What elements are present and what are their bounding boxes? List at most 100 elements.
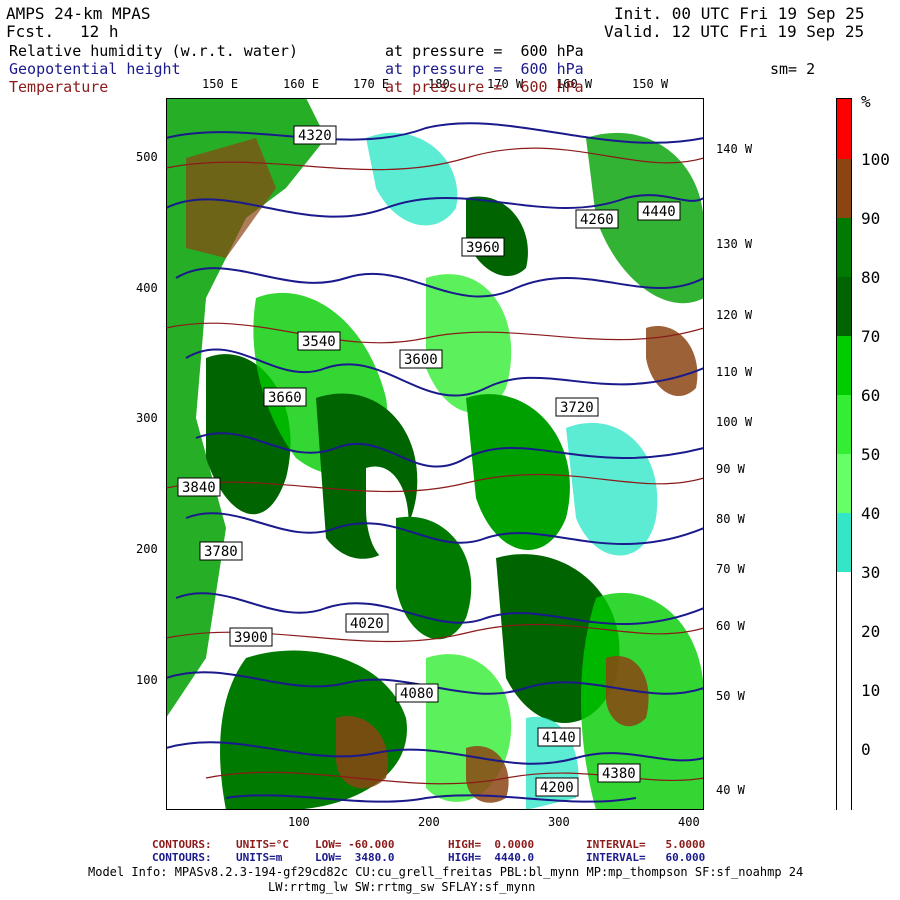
lon-label-top: 150 E xyxy=(202,77,239,91)
svg-text:3720: 3720 xyxy=(560,400,594,416)
contour-info-height-units: UNITS=m xyxy=(236,851,283,864)
contour-label: 3720 xyxy=(555,397,599,417)
colorbar-unit: % xyxy=(861,92,871,111)
smoothing-label: sm= 2 xyxy=(770,60,816,78)
model-info-line2: LW:rrtmg_lw SW:rrtmg_sw SFLAY:sf_mynn xyxy=(268,880,536,894)
svg-text:4140: 4140 xyxy=(542,730,576,746)
svg-text:3540: 3540 xyxy=(302,334,336,350)
colorbar-label: 80 xyxy=(861,268,881,287)
y-axis-label: 500 xyxy=(136,150,158,164)
lon-label-right: 40 W xyxy=(716,783,745,797)
contour-label: 4440 xyxy=(637,201,681,221)
svg-text:3960: 3960 xyxy=(466,240,500,256)
colorbar-segment xyxy=(837,513,851,572)
contour-label: 3660 xyxy=(263,387,307,407)
contour-info-height-low: LOW= 3480.0 xyxy=(315,851,395,864)
svg-text:4380: 4380 xyxy=(602,766,636,782)
colorbar-segment xyxy=(837,218,851,277)
colorbar-label: 0 xyxy=(861,740,871,759)
contour-label: 3900 xyxy=(229,627,273,647)
x-axis-label: 300 xyxy=(548,815,570,829)
colorbar-segment xyxy=(837,99,851,159)
colorbar-label: 90 xyxy=(861,209,881,228)
lon-label-right: 140 W xyxy=(716,142,753,156)
lon-label-right: 100 W xyxy=(716,415,753,429)
colorbar xyxy=(836,98,852,811)
lon-label-right: 90 W xyxy=(716,462,745,476)
svg-text:3900: 3900 xyxy=(234,630,268,646)
colorbar-segment xyxy=(837,336,851,395)
y-axis-label: 100 xyxy=(136,673,158,687)
svg-text:4020: 4020 xyxy=(350,616,384,632)
svg-text:3600: 3600 xyxy=(404,352,438,368)
lon-label-right: 130 W xyxy=(716,237,753,251)
svg-text:3780: 3780 xyxy=(204,544,238,560)
contour-label: 4380 xyxy=(597,763,641,783)
x-axis-label: 400 xyxy=(678,815,700,829)
colorbar-segment xyxy=(837,277,851,336)
colorbar-segment xyxy=(837,159,851,218)
valid-time: Valid. 12 UTC Fri 19 Sep 25 xyxy=(604,22,865,41)
contour-info-temperature-low: LOW= -60.000 xyxy=(315,838,395,851)
contour-info-temperature-units: UNITS=°C xyxy=(236,838,289,851)
svg-text:3840: 3840 xyxy=(182,480,216,496)
lon-label-right: 110 W xyxy=(716,365,753,379)
model-title: AMPS 24-km MPAS xyxy=(6,4,151,23)
svg-text:4260: 4260 xyxy=(580,212,614,228)
contour-label: 3600 xyxy=(399,349,443,369)
colorbar-label: 10 xyxy=(861,681,881,700)
colorbar-segment xyxy=(837,572,851,811)
contour-label: 4080 xyxy=(395,683,439,703)
forecast-label: Fcst. xyxy=(6,22,55,41)
y-axis-label: 200 xyxy=(136,542,158,556)
contour-info-temperature-high: HIGH= 0.0000 xyxy=(448,838,535,851)
svg-text:3660: 3660 xyxy=(268,390,302,406)
contour-label: 3960 xyxy=(461,237,505,257)
svg-text:4440: 4440 xyxy=(642,204,676,220)
contour-info-temperature-interval: INTERVAL= 5.0000 xyxy=(586,838,706,851)
colorbar-label: 100 xyxy=(861,150,890,169)
colorbar-label: 70 xyxy=(861,327,881,346)
lon-label-top: 150 W xyxy=(632,77,669,91)
contour-label: 4020 xyxy=(345,613,389,633)
weather-map: 4320 4260 4200 4140 4080 4020 3960 3900 … xyxy=(166,98,704,810)
contour-info-height-high: HIGH= 4440.0 xyxy=(448,851,535,864)
contour-label: 4140 xyxy=(537,727,581,747)
field-name-temperature: Temperature xyxy=(9,78,109,96)
field-name-rh: Relative humidity (w.r.t. water) xyxy=(9,42,298,60)
contour-label: 3780 xyxy=(199,541,243,561)
lon-label-right: 80 W xyxy=(716,512,745,526)
x-axis-label: 200 xyxy=(418,815,440,829)
contour-info-height-interval: INTERVAL= 60.000 xyxy=(586,851,706,864)
field-level-temperature: at pressure = 600 hPa xyxy=(385,78,584,96)
init-time: Init. 00 UTC Fri 19 Sep 25 xyxy=(614,4,865,23)
lon-label-right: 60 W xyxy=(716,619,745,633)
forecast-hours: 12 h xyxy=(80,22,119,41)
lon-label-right: 120 W xyxy=(716,308,753,322)
colorbar-segment xyxy=(837,395,851,454)
contour-info-temperature-label: CONTOURS: xyxy=(152,838,212,851)
colorbar-label: 40 xyxy=(861,504,881,523)
contour-label: 4200 xyxy=(535,777,579,797)
colorbar-segment xyxy=(837,454,851,513)
field-level-rh: at pressure = 600 hPa xyxy=(385,42,584,60)
contour-info-height-label: CONTOURS: xyxy=(152,851,212,864)
contour-label-text: 4320 xyxy=(298,128,332,144)
x-axis-label: 100 xyxy=(288,815,310,829)
contour-label: 4260 xyxy=(575,209,619,229)
field-name-height: Geopotential height xyxy=(9,60,181,78)
colorbar-label: 60 xyxy=(861,386,881,405)
colorbar-label: 30 xyxy=(861,563,881,582)
colorbar-label: 50 xyxy=(861,445,881,464)
y-axis-label: 400 xyxy=(136,281,158,295)
field-level-height: at pressure = 600 hPa xyxy=(385,60,584,78)
model-info-line1: Model Info: MPASv8.2.3-194-gf29cd82c CU:… xyxy=(88,865,804,879)
svg-text:4080: 4080 xyxy=(400,686,434,702)
lon-label-right: 50 W xyxy=(716,689,745,703)
svg-text:4200: 4200 xyxy=(540,780,574,796)
lon-label-right: 70 W xyxy=(716,562,745,576)
contour-label: 4320 xyxy=(293,125,337,145)
contour-label: 3840 xyxy=(177,477,221,497)
colorbar-label: 20 xyxy=(861,622,881,641)
lon-label-top: 160 E xyxy=(283,77,320,91)
